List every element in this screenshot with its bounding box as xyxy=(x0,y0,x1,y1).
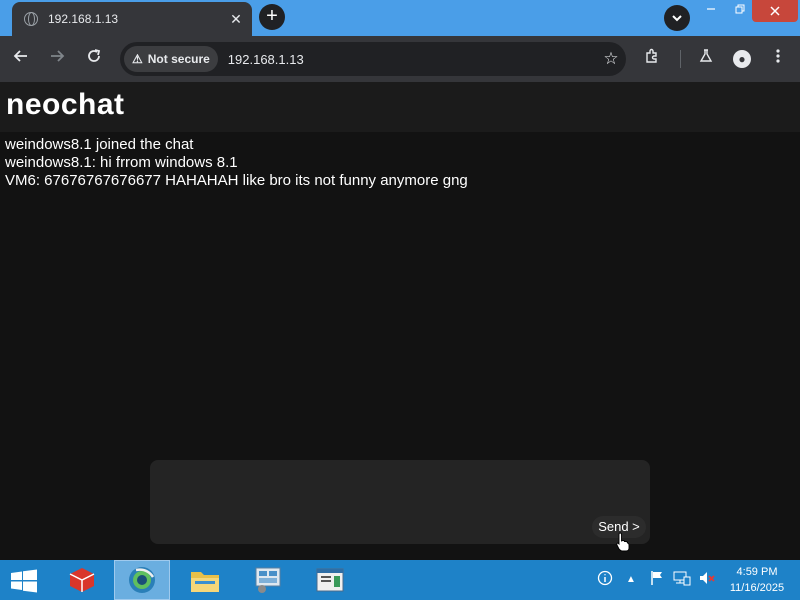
browser-menu-button[interactable] xyxy=(766,48,790,70)
chevron-down-icon xyxy=(672,15,682,22)
toolbar-divider xyxy=(680,50,681,68)
clock-date: 11/16/2025 xyxy=(729,582,785,594)
warning-icon: ⚠ xyxy=(132,52,143,66)
reload-icon xyxy=(88,49,101,62)
minimize-icon xyxy=(707,8,715,10)
windows-logo-icon xyxy=(11,569,37,593)
message-input[interactable] xyxy=(150,460,590,544)
address-bar[interactable]: ⚠ Not secure 192.168.1.13 ☆ xyxy=(120,42,626,76)
taskbar-app-server-manager[interactable] xyxy=(240,560,296,600)
taskbar-app-browser[interactable] xyxy=(114,560,170,600)
taskbar-app-file-explorer[interactable] xyxy=(177,560,233,600)
puzzle-icon xyxy=(646,48,657,63)
profile-icon: ● xyxy=(733,50,751,68)
show-hidden-icons-icon[interactable]: ▲ xyxy=(624,570,638,590)
url-text[interactable]: 192.168.1.13 xyxy=(228,52,596,67)
network-icon[interactable] xyxy=(673,570,691,590)
profile-button[interactable]: ● xyxy=(730,48,754,70)
folder-icon xyxy=(191,572,219,592)
kebab-menu-icon xyxy=(776,49,780,63)
browser-tab[interactable]: 192.168.1.13 ✕ xyxy=(12,2,252,36)
system-clock[interactable]: 4:59 PM 11/16/2025 xyxy=(722,564,792,596)
globe-icon xyxy=(24,12,38,26)
close-icon xyxy=(770,6,780,16)
bookmark-star-icon[interactable]: ☆ xyxy=(596,49,626,69)
new-tab-button[interactable]: + xyxy=(259,4,285,30)
chat-message: VM6: 67676767676677 HAHAHAH like bro its… xyxy=(5,172,468,189)
web-page: neochat weindows8.1 joined the chat wein… xyxy=(0,82,800,560)
security-chip[interactable]: ⚠ Not secure xyxy=(124,46,218,72)
message-composer: Send > xyxy=(150,460,650,544)
taskbar-app-1[interactable] xyxy=(54,560,110,600)
taskbar-app-5[interactable] xyxy=(302,560,358,600)
browser-toolbar: ⚠ Not secure 192.168.1.13 ☆ ● xyxy=(0,36,800,82)
back-button[interactable] xyxy=(10,48,32,70)
flask-icon xyxy=(699,49,713,62)
tab-search-button[interactable] xyxy=(664,5,690,31)
security-label: Not secure xyxy=(147,52,210,66)
restore-icon xyxy=(735,4,745,14)
window-app-icon xyxy=(316,568,344,592)
tab-title: 192.168.1.13 xyxy=(48,12,119,26)
cube-app-icon xyxy=(69,568,95,592)
page-header: neochat xyxy=(0,82,800,132)
forward-button[interactable] xyxy=(46,48,68,70)
chat-message: weindows8.1 joined the chat xyxy=(5,136,194,153)
labs-button[interactable] xyxy=(694,48,718,70)
close-window-button[interactable] xyxy=(752,0,798,22)
browser-tab-strip: 192.168.1.13 ✕ + xyxy=(0,0,800,36)
action-center-flag-icon[interactable] xyxy=(648,570,666,590)
arrow-left-icon xyxy=(13,50,27,62)
arrow-right-icon xyxy=(51,50,65,62)
info-icon[interactable] xyxy=(596,570,614,590)
tab-close-icon[interactable]: ✕ xyxy=(224,11,248,28)
server-manager-icon xyxy=(255,567,281,593)
extensions-button[interactable] xyxy=(640,48,664,70)
reload-button[interactable] xyxy=(83,48,105,70)
page-title: neochat xyxy=(6,88,125,121)
start-button[interactable] xyxy=(10,569,38,593)
chat-message: weindows8.1: hi frrom windows 8.1 xyxy=(5,154,238,171)
clock-time: 4:59 PM xyxy=(736,566,778,578)
hand-cursor-icon xyxy=(616,532,630,552)
taskbar: ▲ 4:59 PM 11/16/2025 xyxy=(0,560,800,600)
browser-app-icon xyxy=(129,567,155,593)
chat-messages: weindows8.1 joined the chat weindows8.1:… xyxy=(0,132,800,194)
volume-muted-icon[interactable] xyxy=(698,570,716,590)
